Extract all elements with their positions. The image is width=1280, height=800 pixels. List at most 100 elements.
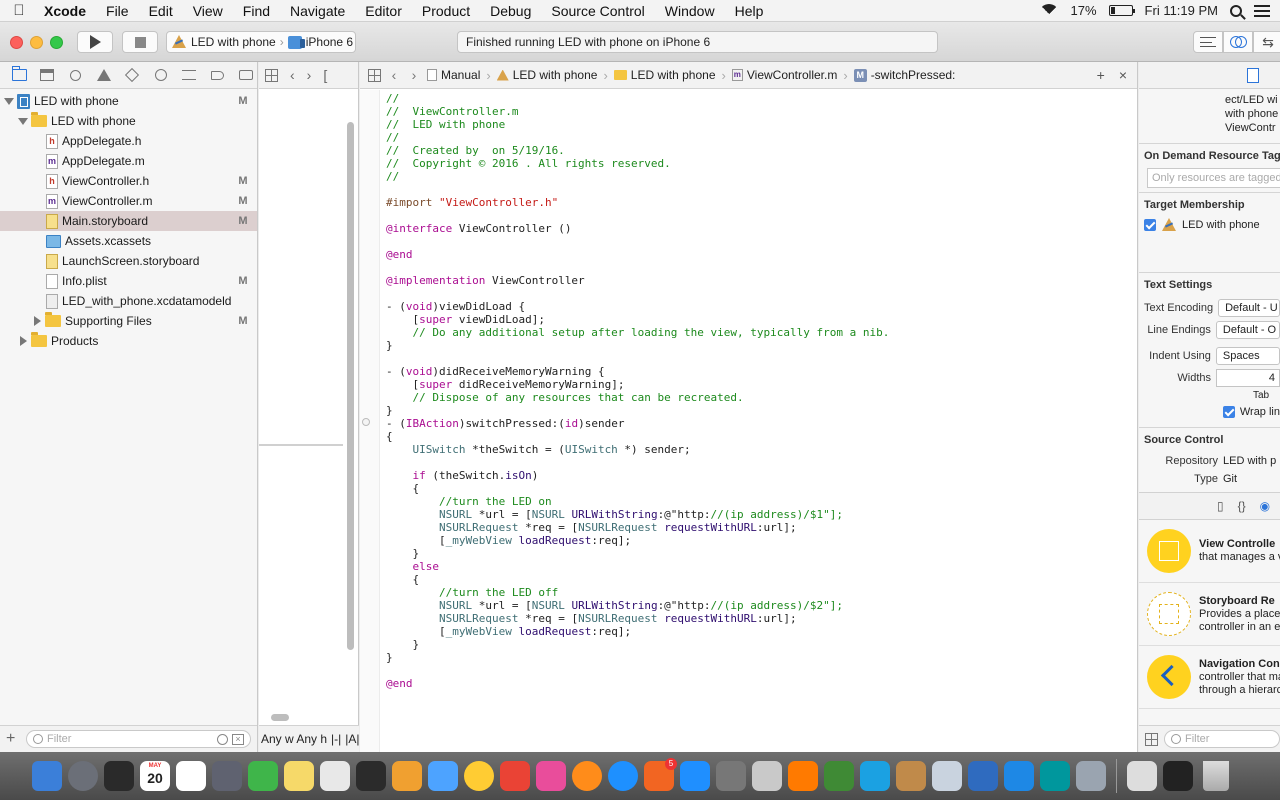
dock-calendar-icon[interactable]: MAY 20: [140, 761, 170, 791]
code-line[interactable]: - (void)viewDidLoad {: [386, 300, 889, 313]
dock-skype-icon[interactable]: [824, 761, 854, 791]
dock-arduino-icon[interactable]: [1004, 761, 1034, 791]
dock-photo-booth-icon[interactable]: [356, 761, 386, 791]
dock-firefox-icon[interactable]: [608, 761, 638, 791]
notification-center-icon[interactable]: [1254, 4, 1270, 17]
target-checkbox[interactable]: [1144, 219, 1156, 231]
dock-minecraft-icon[interactable]: [788, 761, 818, 791]
scheme-name[interactable]: LED with phone: [191, 35, 276, 49]
code-line[interactable]: // Copyright © 2016 . All rights reserve…: [386, 157, 889, 170]
grid-view-icon[interactable]: [1145, 732, 1158, 746]
issue-navigator-tab[interactable]: [93, 65, 115, 85]
dock-chrome-icon[interactable]: [464, 761, 494, 791]
code-line[interactable]: [386, 235, 889, 248]
code-line[interactable]: }: [386, 404, 889, 417]
apple-menu-icon[interactable]: : [0, 2, 38, 19]
dock-safari-icon[interactable]: [572, 761, 602, 791]
dock-app-1-icon[interactable]: [428, 761, 458, 791]
tree-item-appdelegate-h[interactable]: h AppDelegate.h: [0, 131, 257, 151]
dock-numbers-icon[interactable]: [752, 761, 782, 791]
disclosure-triangle-icon[interactable]: [32, 316, 42, 326]
dock-contacts-icon[interactable]: [860, 761, 890, 791]
menu-navigate[interactable]: Navigate: [280, 0, 355, 22]
menu-source-control[interactable]: Source Control: [541, 0, 654, 22]
menu-find[interactable]: Find: [233, 0, 280, 22]
code-line[interactable]: //turn the LED off: [386, 586, 889, 599]
library-item-navigation-controller[interactable]: Navigation Con controller that ma through …: [1139, 646, 1280, 709]
find-navigator-tab[interactable]: [65, 65, 87, 85]
menu-help[interactable]: Help: [725, 0, 774, 22]
indent-using-popup[interactable]: Spaces: [1215, 347, 1280, 365]
breadcrumb-project[interactable]: LED with phone: [496, 68, 597, 82]
code-line[interactable]: }: [386, 547, 889, 560]
disclosure-triangle-icon[interactable]: [18, 116, 28, 126]
related-items-icon[interactable]: [368, 68, 381, 82]
code-line[interactable]: //: [386, 131, 889, 144]
code-line[interactable]: [_myWebView loadRequest:req];: [386, 534, 889, 547]
tree-item-group[interactable]: LED with phone: [0, 111, 257, 131]
breadcrumb-file[interactable]: m ViewController.m: [731, 68, 837, 82]
menu-view[interactable]: View: [183, 0, 233, 22]
code-line[interactable]: [386, 352, 889, 365]
code-line[interactable]: //turn the LED on: [386, 495, 889, 508]
tree-item-supporting-files[interactable]: Supporting Files M: [0, 311, 257, 331]
dock-wifi-scanner-icon[interactable]: [896, 761, 926, 791]
code-line[interactable]: //: [386, 92, 889, 105]
code-line[interactable]: // ViewController.m: [386, 105, 889, 118]
code-line[interactable]: [386, 456, 889, 469]
library-filter-input[interactable]: Filter: [1164, 730, 1280, 748]
dock-system-preferences-icon[interactable]: [680, 761, 710, 791]
tree-item-main-storyboard[interactable]: Main.storyboard M: [0, 211, 257, 231]
spotlight-icon[interactable]: [1230, 4, 1242, 17]
vertical-scrollbar[interactable]: [347, 122, 354, 650]
dock-image-capture-icon[interactable]: [1040, 761, 1070, 791]
dock-terminal-icon[interactable]: [1163, 761, 1193, 791]
disclosure-triangle-icon[interactable]: [4, 96, 14, 106]
code-line[interactable]: UISwitch *theSwitch = (UISwitch *) sende…: [386, 443, 889, 456]
breakpoint-navigator-tab[interactable]: [178, 65, 200, 85]
dock-facetime-icon[interactable]: [248, 761, 278, 791]
report-navigator-tab[interactable]: [206, 65, 228, 85]
menu-product[interactable]: Product: [412, 0, 480, 22]
dock-keynote-icon[interactable]: [716, 761, 746, 791]
device-name[interactable]: iPhone 6: [306, 35, 353, 49]
symbol-navigator-tab[interactable]: [36, 65, 58, 85]
code-line[interactable]: if (theSwitch.isOn): [386, 469, 889, 482]
add-file-icon[interactable]: +: [6, 730, 20, 748]
source-code[interactable]: //// ViewController.m// LED with phone//…: [386, 92, 889, 690]
tree-item-viewcontroller-h[interactable]: h ViewController.h M: [0, 171, 257, 191]
forward-arrow-icon[interactable]: ›: [407, 67, 421, 83]
menu-clock[interactable]: Fri 11:19 PM: [1145, 3, 1218, 18]
code-line[interactable]: NSURL *url = [NSURL URLWithString:@"http…: [386, 599, 889, 612]
code-line[interactable]: @end: [386, 248, 889, 261]
code-line[interactable]: #import "ViewController.h": [386, 196, 889, 209]
library-item-view-controller[interactable]: View Controlle that manages a v: [1139, 520, 1280, 583]
tree-item-assets[interactable]: Assets.xcassets: [0, 231, 257, 251]
navigator-filter-input[interactable]: Filter ×: [26, 730, 251, 748]
code-line[interactable]: }: [386, 638, 889, 651]
menu-debug[interactable]: Debug: [480, 0, 541, 22]
debug-navigator-tab[interactable]: [150, 65, 172, 85]
menu-editor[interactable]: Editor: [355, 0, 412, 22]
log-navigator-tab[interactable]: [235, 65, 257, 85]
text-encoding-popup[interactable]: Default - U: [1218, 299, 1280, 317]
project-navigator-tab[interactable]: [8, 65, 30, 85]
minimize-window-button[interactable]: [30, 36, 43, 49]
breadcrumb-group[interactable]: LED with phone: [613, 68, 716, 82]
tree-item-viewcontroller-m[interactable]: m ViewController.m M: [0, 191, 257, 211]
code-line[interactable]: // LED with phone: [386, 118, 889, 131]
object-library-icon[interactable]: ◉: [1260, 499, 1270, 513]
code-line[interactable]: [386, 183, 889, 196]
code-line[interactable]: [super viewDidLoad];: [386, 313, 889, 326]
related-items-icon[interactable]: [265, 68, 278, 82]
source-control-filter-icon[interactable]: ×: [232, 733, 244, 745]
menu-app[interactable]: Xcode: [38, 0, 96, 22]
dock-ibooks-icon[interactable]: [536, 761, 566, 791]
dock-window-manager-icon[interactable]: [1127, 761, 1157, 791]
editor-gutter[interactable]: [360, 90, 380, 752]
assistant-editor-button[interactable]: [1223, 31, 1253, 53]
code-line[interactable]: // Dispose of any resources that can be …: [386, 391, 889, 404]
tree-item-datamodel[interactable]: LED_with_phone.xcdatamodeld: [0, 291, 257, 311]
scheme-selector[interactable]: LED with phone › iPhone 6: [166, 31, 356, 53]
code-line[interactable]: // Do any additional setup after loading…: [386, 326, 890, 339]
